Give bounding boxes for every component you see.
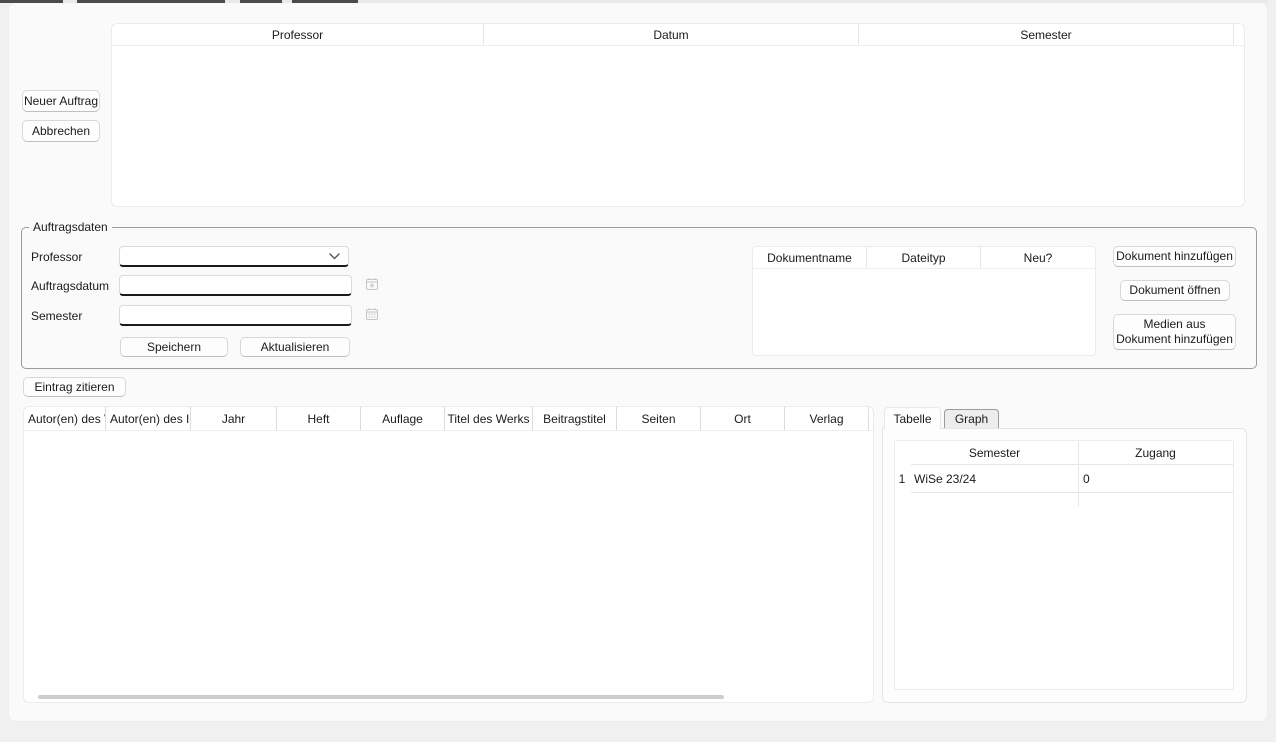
stats-col-zugang[interactable]: Zugang [1078,446,1233,460]
semester-input[interactable] [119,305,352,326]
entries-col-pages[interactable]: Seiten [617,407,701,430]
entries-col-author-work[interactable]: Autor(en) des V [24,407,106,430]
add-document-button[interactable]: Dokument hinzufügen [1113,246,1236,267]
stats-col-semester[interactable]: Semester [911,446,1078,460]
add-media-from-document-button[interactable]: Medien aus Dokument hinzufügen [1113,314,1236,350]
cancel-button[interactable]: Abbrechen [22,120,100,142]
save-button[interactable]: Speichern [120,337,228,357]
entries-col-year[interactable]: Jahr [191,407,277,430]
entries-col-place[interactable]: Ort [701,407,785,430]
order-date-label: Auftragsdatum [31,279,109,293]
orders-table-body[interactable] [112,46,1244,206]
orders-col-semester[interactable]: Semester [859,24,1234,45]
documents-table[interactable]: Dokumentname Dateityp Neu? [752,246,1096,356]
semester-label: Semester [31,309,82,323]
order-date-input[interactable] [119,275,352,296]
entries-col-issue[interactable]: Heft [277,407,361,430]
app-window: Professor Datum Semester Neuer Auftrag A… [0,0,1276,742]
entries-table[interactable]: Autor(en) des V Autor(en) des I Jahr Hef… [23,406,874,703]
cite-entry-button[interactable]: Eintrag zitieren [23,377,126,397]
professor-combobox[interactable] [119,246,349,267]
documents-col-filetype[interactable]: Dateityp [867,247,981,268]
stats-row-index: 1 [895,472,909,486]
entries-col-publisher[interactable]: Verlag [785,407,869,430]
horizontal-scrollbar[interactable] [38,695,724,699]
entries-col-author-contrib[interactable]: Autor(en) des I [106,407,191,430]
stats-table[interactable]: Semester Zugang 1 WiSe 23/24 0 [894,440,1234,690]
professor-label: Professor [31,250,82,264]
open-document-button[interactable]: Dokument öffnen [1120,280,1230,301]
top-window-edge [0,0,1268,3]
stats-row-zugang[interactable]: 0 [1083,472,1090,486]
order-data-group-title: Auftragsdaten [29,220,112,234]
entries-table-body[interactable] [24,431,873,686]
tab-graph[interactable]: Graph [944,409,999,428]
orders-col-professor[interactable]: Professor [112,24,484,45]
documents-col-new[interactable]: Neu? [981,247,1095,268]
entries-col-contrib-title[interactable]: Beitragstitel [533,407,617,430]
documents-col-name[interactable]: Dokumentname [753,247,867,268]
calendar-grid-icon[interactable] [365,307,379,321]
orders-table[interactable]: Professor Datum Semester [111,23,1245,207]
calendar-day-icon[interactable] [365,277,379,291]
tab-tabelle[interactable]: Tabelle [884,407,941,429]
entries-col-edition[interactable]: Auflage [361,407,445,430]
chevron-down-icon [329,253,340,260]
entries-col-work-title[interactable]: Titel des Werks [445,407,533,430]
documents-table-body[interactable] [753,269,1095,355]
new-order-button[interactable]: Neuer Auftrag [22,90,100,112]
refresh-button[interactable]: Aktualisieren [240,337,350,357]
stats-row-semester[interactable]: WiSe 23/24 [914,472,976,486]
orders-col-datum[interactable]: Datum [484,24,859,45]
